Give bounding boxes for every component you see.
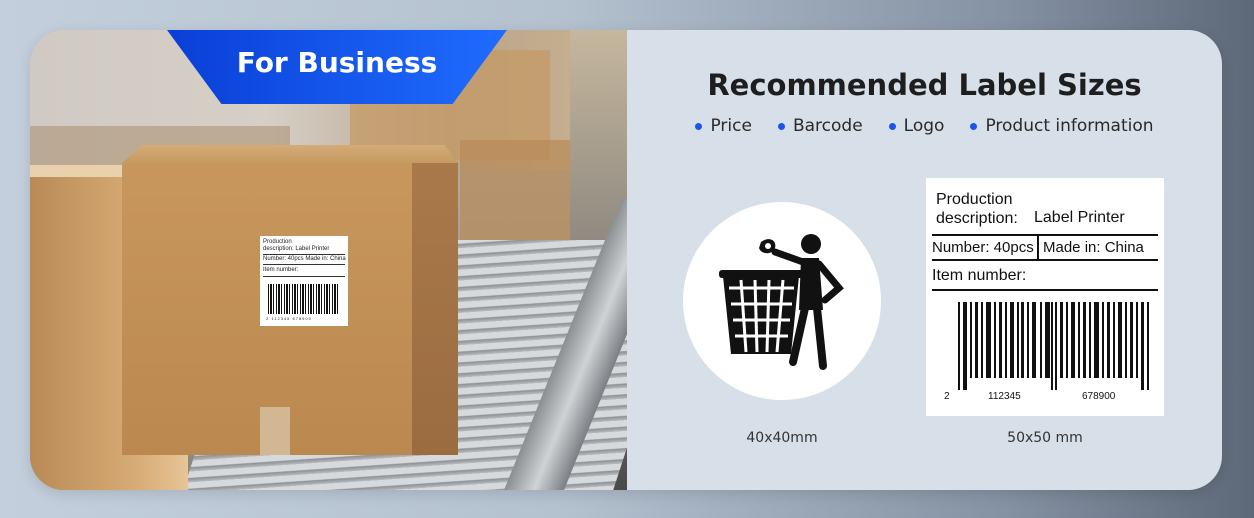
label-production-text: Production xyxy=(936,191,1013,208)
bullet-item: Barcode xyxy=(777,116,863,136)
bullet-dot-icon xyxy=(777,122,785,130)
barcode-digit-left: 2 xyxy=(944,391,950,402)
mini-barcode-digits: 2 112345 678900 xyxy=(266,316,312,321)
barcode-bars xyxy=(958,302,1149,390)
bullet-label: Product information xyxy=(985,116,1154,136)
mini-label-divider xyxy=(263,264,345,265)
bullet-item: Logo xyxy=(888,116,945,136)
feature-bullets: Price Barcode Logo Product information xyxy=(627,116,1222,136)
label-divider xyxy=(932,259,1158,261)
for-business-badge: For Business xyxy=(167,30,507,104)
mini-barcode xyxy=(268,284,340,314)
round-label-40mm xyxy=(683,202,881,400)
barcode-digits-right: 678900 xyxy=(1082,391,1116,402)
mini-label-number: Number: 40pcs Made in: China xyxy=(263,256,346,262)
badge-text: For Business xyxy=(236,46,438,79)
bullet-dot-icon xyxy=(970,122,978,130)
label-made-in: Made in: China xyxy=(1043,239,1144,256)
bullet-label: Barcode xyxy=(792,116,863,136)
bullet-item: Price xyxy=(695,116,752,136)
barcode-label-50mm: Production description: Label Printer Nu… xyxy=(926,178,1164,416)
background-box xyxy=(460,140,580,240)
label-divider xyxy=(932,289,1158,291)
label-column-divider xyxy=(1037,236,1039,259)
barcode-digits-mid: 112345 xyxy=(988,391,1021,402)
trash-disposal-icon xyxy=(719,234,844,370)
bullet-dot-icon xyxy=(888,122,896,130)
mini-label-item: Item number: xyxy=(263,267,299,273)
mini-label-divider xyxy=(263,276,345,277)
label-production: Production description: xyxy=(936,190,1018,228)
bullet-item: Product information xyxy=(970,116,1154,136)
section-title: Recommended Label Sizes xyxy=(707,68,1142,102)
bullet-dot-icon xyxy=(695,122,703,130)
mini-label-production: Production xyxy=(263,239,292,245)
mini-label-divider xyxy=(263,254,345,255)
label-description-key: description: xyxy=(936,210,1018,227)
promo-card: Production description: Label Printer Nu… xyxy=(30,30,1222,490)
box-shipping-label: Production description: Label Printer Nu… xyxy=(260,236,348,326)
label-item-number: Item number: xyxy=(932,267,1027,284)
bullet-label: Logo xyxy=(903,116,945,136)
mini-label-description: description: Label Printer xyxy=(263,246,330,252)
label-number: Number: 40pcs xyxy=(932,239,1034,256)
bullet-label: Price xyxy=(710,116,752,136)
label-description-value: Label Printer xyxy=(1034,209,1125,226)
size-caption-50mm: 50x50 mm xyxy=(1007,430,1083,446)
box-side xyxy=(412,163,458,455)
packing-tape xyxy=(260,407,290,455)
warehouse-photo: Production description: Label Printer Nu… xyxy=(30,30,627,490)
box-top xyxy=(122,145,458,163)
label-divider xyxy=(932,234,1158,236)
size-caption-40mm: 40x40mm xyxy=(746,430,818,446)
